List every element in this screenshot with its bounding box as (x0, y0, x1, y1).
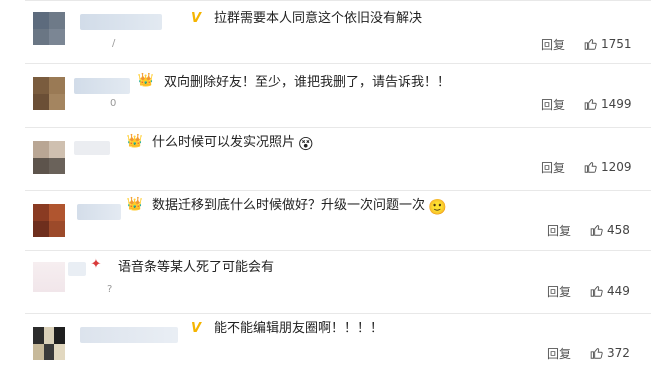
like-button[interactable]: 1751 (584, 37, 632, 51)
divider (25, 190, 651, 191)
username[interactable] (80, 14, 162, 30)
reply-button[interactable]: 回复 (541, 98, 565, 112)
like-count: 1751 (601, 37, 632, 51)
faint-text: 0 (110, 98, 117, 109)
username[interactable] (74, 141, 110, 155)
reply-button[interactable]: 回复 (547, 285, 571, 299)
comment-text: 双向删除好友！至少，谁把我删了，请告诉我！！ (164, 75, 451, 90)
thumbs-up-icon (590, 286, 603, 297)
avatar[interactable] (33, 327, 65, 360)
avatar[interactable] (33, 77, 65, 110)
thumbs-up-icon (590, 225, 603, 236)
comment-text-body: 数据迁移到底什么时候做好？升级一次问题一次 (152, 198, 426, 213)
like-button[interactable]: 372 (590, 346, 630, 360)
reply-button[interactable]: 回复 (547, 224, 571, 238)
like-count: 1499 (601, 97, 632, 111)
thumbs-up-icon (584, 39, 597, 50)
divider (25, 0, 651, 1)
username[interactable] (80, 327, 178, 343)
vip-badge-icon: V (190, 11, 202, 26)
crown-badge-icon: 👑 (126, 134, 144, 149)
comment-text: 语音条等某人死了可能会有 (118, 260, 275, 275)
avatar[interactable] (33, 262, 65, 292)
like-button[interactable]: 1209 (584, 160, 632, 174)
divider (25, 63, 651, 64)
like-count: 1209 (601, 160, 632, 174)
comment-text: 能不能编辑朋友圈啊！！！！ (214, 321, 384, 336)
like-count: 372 (607, 346, 630, 360)
thumbs-up-icon (584, 99, 597, 110)
smile-face-icon: 🙂 (428, 198, 447, 216)
like-count: 449 (607, 284, 630, 298)
avatar[interactable] (33, 12, 65, 45)
username[interactable] (68, 262, 86, 276)
vip-badge-icon: V (190, 321, 202, 336)
crown-badge-icon: 👑 (137, 73, 155, 88)
comment-text: 拉群需要本人同意这个依旧没有解决 (214, 11, 423, 26)
divider (25, 313, 651, 314)
faint-text: / (112, 38, 116, 49)
username[interactable] (77, 204, 121, 220)
avatar[interactable] (33, 141, 65, 174)
thumbs-up-icon (584, 162, 597, 173)
divider (25, 250, 651, 251)
thumbs-up-icon (590, 348, 603, 359)
comment-text-body: 什么时候可以发实况照片 (152, 135, 296, 150)
username[interactable] (74, 78, 130, 94)
like-button[interactable]: 1499 (584, 97, 632, 111)
comment-text: 什么时候可以发实况照片 😵 (152, 135, 314, 152)
divider (25, 127, 651, 128)
crown-badge-icon: 👑 (126, 197, 144, 212)
comment-text: 数据迁移到底什么时候做好？升级一次问题一次 🙂 (152, 198, 447, 215)
reply-button[interactable]: 回复 (547, 347, 571, 361)
like-button[interactable]: 458 (590, 223, 630, 237)
avatar[interactable] (33, 204, 65, 237)
faint-text: ? (107, 284, 113, 295)
reply-button[interactable]: 回复 (541, 161, 565, 175)
like-count: 458 (607, 223, 630, 237)
dizzy-face-icon: 😵 (298, 135, 314, 153)
red-badge-icon: ✦ (90, 257, 102, 272)
like-button[interactable]: 449 (590, 284, 630, 298)
reply-button[interactable]: 回复 (541, 38, 565, 52)
